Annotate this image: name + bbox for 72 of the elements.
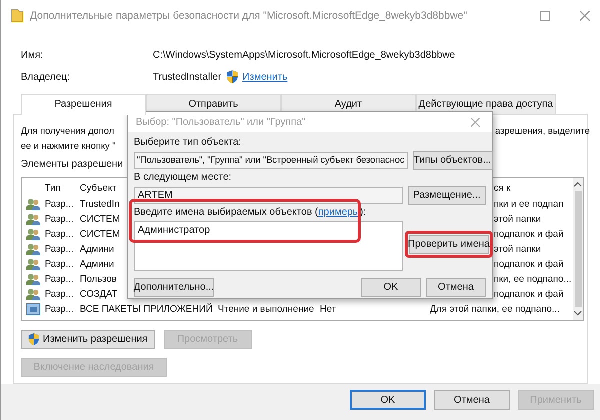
table-cell: Разр... (45, 274, 74, 285)
maximize-icon[interactable] (540, 11, 550, 21)
close-icon[interactable] (471, 118, 480, 126)
dialog-button[interactable]: OK (361, 278, 421, 297)
dialog-button[interactable]: OK (350, 390, 426, 410)
locations-button[interactable]: Размещение... (408, 186, 486, 205)
column-header[interactable]: ся к (494, 183, 511, 194)
table-cell: Чтение и выполнение (218, 304, 314, 315)
tab[interactable]: Разрешения (21, 94, 146, 115)
field-label: В следующем месте: (134, 172, 232, 183)
users-icon (26, 198, 41, 211)
property-value: C:\Windows\SystemApps\Microsoft.MicrosoftEdge_8wekyb3d8bbwe (153, 50, 456, 60)
table-cell: Разр... (45, 259, 74, 270)
close-icon[interactable] (580, 11, 590, 21)
shield-icon (28, 333, 40, 346)
table-cell: СОЗДАТ (80, 289, 118, 300)
folder-icon (11, 9, 24, 23)
dialog-button[interactable]: Отмена (434, 390, 510, 410)
table-cell: подпапок и фай (494, 229, 564, 240)
column-header[interactable]: Субъект (80, 183, 117, 194)
description-text: Для получения допол (21, 125, 114, 138)
table-cell: пки и ее подпап (494, 199, 564, 210)
table-cell: Разр... (45, 244, 74, 255)
object-type-field: "Пользователь", "Группа" или "Встроенный субъект безопаснос (134, 152, 408, 169)
tab[interactable]: Действующие права доступа (416, 94, 556, 114)
table-cell: Нет (320, 304, 336, 315)
table-cell: подпапок и фай (494, 289, 564, 300)
package-icon (26, 303, 41, 316)
table-cell: Админи (80, 244, 114, 255)
table-cell: этой папки (494, 214, 542, 225)
table-cell: Админи (80, 259, 114, 270)
users-icon (26, 258, 41, 271)
column-header[interactable]: Тип (45, 183, 61, 194)
dialog-title: Выбор: "Пользователь" или "Группа" (136, 116, 306, 128)
scroll-up-icon[interactable] (574, 182, 582, 187)
users-icon (26, 288, 41, 301)
check-names-button[interactable]: Проверить имена (409, 235, 489, 254)
users-icon (26, 243, 41, 256)
advanced-button[interactable]: Дополнительно... (134, 278, 214, 297)
object-types-button[interactable]: Типы объектов... (412, 151, 493, 170)
shield-icon (226, 70, 239, 84)
edit-permissions-button[interactable]: Изменить разрешения (21, 330, 155, 349)
table-cell: Разр... (45, 289, 74, 300)
table-cell: Разр... (45, 214, 74, 225)
property-value: TrustedInstaller (153, 72, 222, 82)
table-cell: ВСЕ ПАКЕТЫ ПРИЛОЖЕНИЙ (80, 304, 213, 315)
table-cell: пки, ее подпапо... (494, 274, 572, 285)
users-icon (26, 213, 41, 226)
table-cell: Разр... (45, 199, 74, 210)
description-text: ее и нажмите кнопку " (21, 140, 116, 153)
dialog-button[interactable]: Отмена (426, 278, 486, 297)
table-cell: СИСТЕМ (80, 214, 120, 225)
users-icon (26, 273, 41, 286)
field-label: Выберите тип объекта: (134, 137, 242, 148)
change-owner-link[interactable]: Изменить (242, 72, 288, 82)
scrollbar[interactable] (573, 178, 583, 320)
table-cell: Разр... (45, 304, 74, 315)
table-cell: Для этой папки, ее подпапо... (430, 304, 560, 315)
scroll-down-icon[interactable] (574, 311, 582, 316)
property-label: Имя: (21, 50, 44, 60)
table-cell: этой папки (494, 244, 542, 255)
table-cell: подпапок и фай (494, 259, 564, 270)
names-input-field[interactable]: Администратор (134, 221, 403, 271)
description-text: азрешения, выделите (495, 125, 590, 138)
window-title: Дополнительные параметры безопасности для "Microsoft.MicrosoftEdge_8wekyb3d8bbwe" (30, 10, 468, 22)
table-cell: Пользов (80, 274, 117, 285)
entries-label: Элементы разрешени (21, 159, 124, 170)
table-cell: TrustedIn (80, 199, 120, 210)
table-cell: Разр... (45, 229, 74, 240)
property-label: Владелец: (21, 72, 72, 82)
users-icon (26, 228, 41, 241)
table-cell: СИСТЕМ (80, 229, 120, 240)
